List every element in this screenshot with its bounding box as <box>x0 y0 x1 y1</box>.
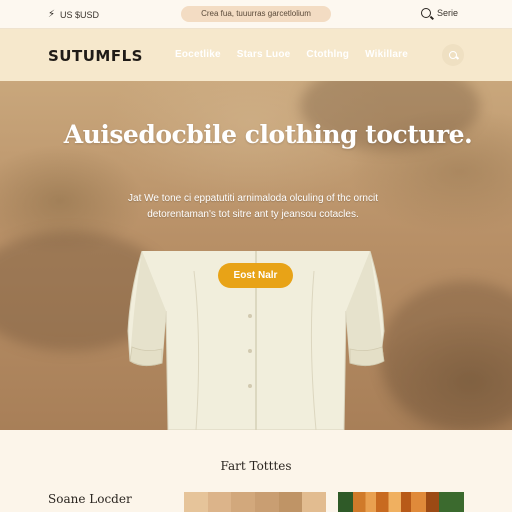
swatch[interactable] <box>278 492 303 512</box>
nav-link-2[interactable]: Stars Luoe <box>237 49 291 60</box>
nav-links: Eocetlike Stars Luoe Ctothlng Wikillare <box>175 49 408 60</box>
nav-link-1[interactable]: Eocetlike <box>175 49 221 60</box>
nav-link-3[interactable]: Ctothlng <box>306 49 349 60</box>
color-swatches <box>184 492 327 512</box>
hero-subtitle: Jat We tone ci eppatutiti arnimaloda olc… <box>128 193 378 220</box>
shop-now-button[interactable]: Eost Nalr <box>218 263 293 288</box>
swatch[interactable] <box>184 492 208 512</box>
swatch[interactable] <box>231 492 256 512</box>
bolt-icon: ⚡︎ <box>48 9 56 20</box>
swatch[interactable] <box>302 492 327 512</box>
nav-link-4[interactable]: Wikillare <box>365 49 408 60</box>
promo-banner[interactable]: Crea fua, tuuurras garcetlolium <box>181 6 331 22</box>
search-icon <box>421 8 431 18</box>
rock-texture <box>380 281 512 430</box>
section-title: Fart Totttes <box>220 459 292 473</box>
utility-bar: ⚡︎ US $USD Crea fua, tuuurras garcetloli… <box>0 0 512 28</box>
hero-banner: Auisedocbile clothing tocture. Jat We to… <box>0 81 512 430</box>
brand-logo[interactable]: SUTUMFLS <box>48 47 143 65</box>
featured-section: Fart Totttes Soane Locder <box>0 430 512 512</box>
swatch[interactable] <box>255 492 279 512</box>
utility-search[interactable]: Serie <box>421 8 458 18</box>
product-thumbnail[interactable] <box>338 492 464 512</box>
nav-search-button[interactable] <box>442 44 464 66</box>
hero-title: Auisedocbile clothing tocture. <box>63 120 473 149</box>
currency-selector[interactable]: ⚡︎ US $USD <box>48 9 99 20</box>
search-icon <box>449 51 457 59</box>
swatch[interactable] <box>207 492 232 512</box>
utility-search-label: Serie <box>437 8 459 18</box>
main-nav: SUTUMFLS Eocetlike Stars Luoe Ctothlng W… <box>0 28 512 81</box>
sub-title: Soane Locder <box>48 492 132 506</box>
currency-label: US $USD <box>60 9 100 20</box>
